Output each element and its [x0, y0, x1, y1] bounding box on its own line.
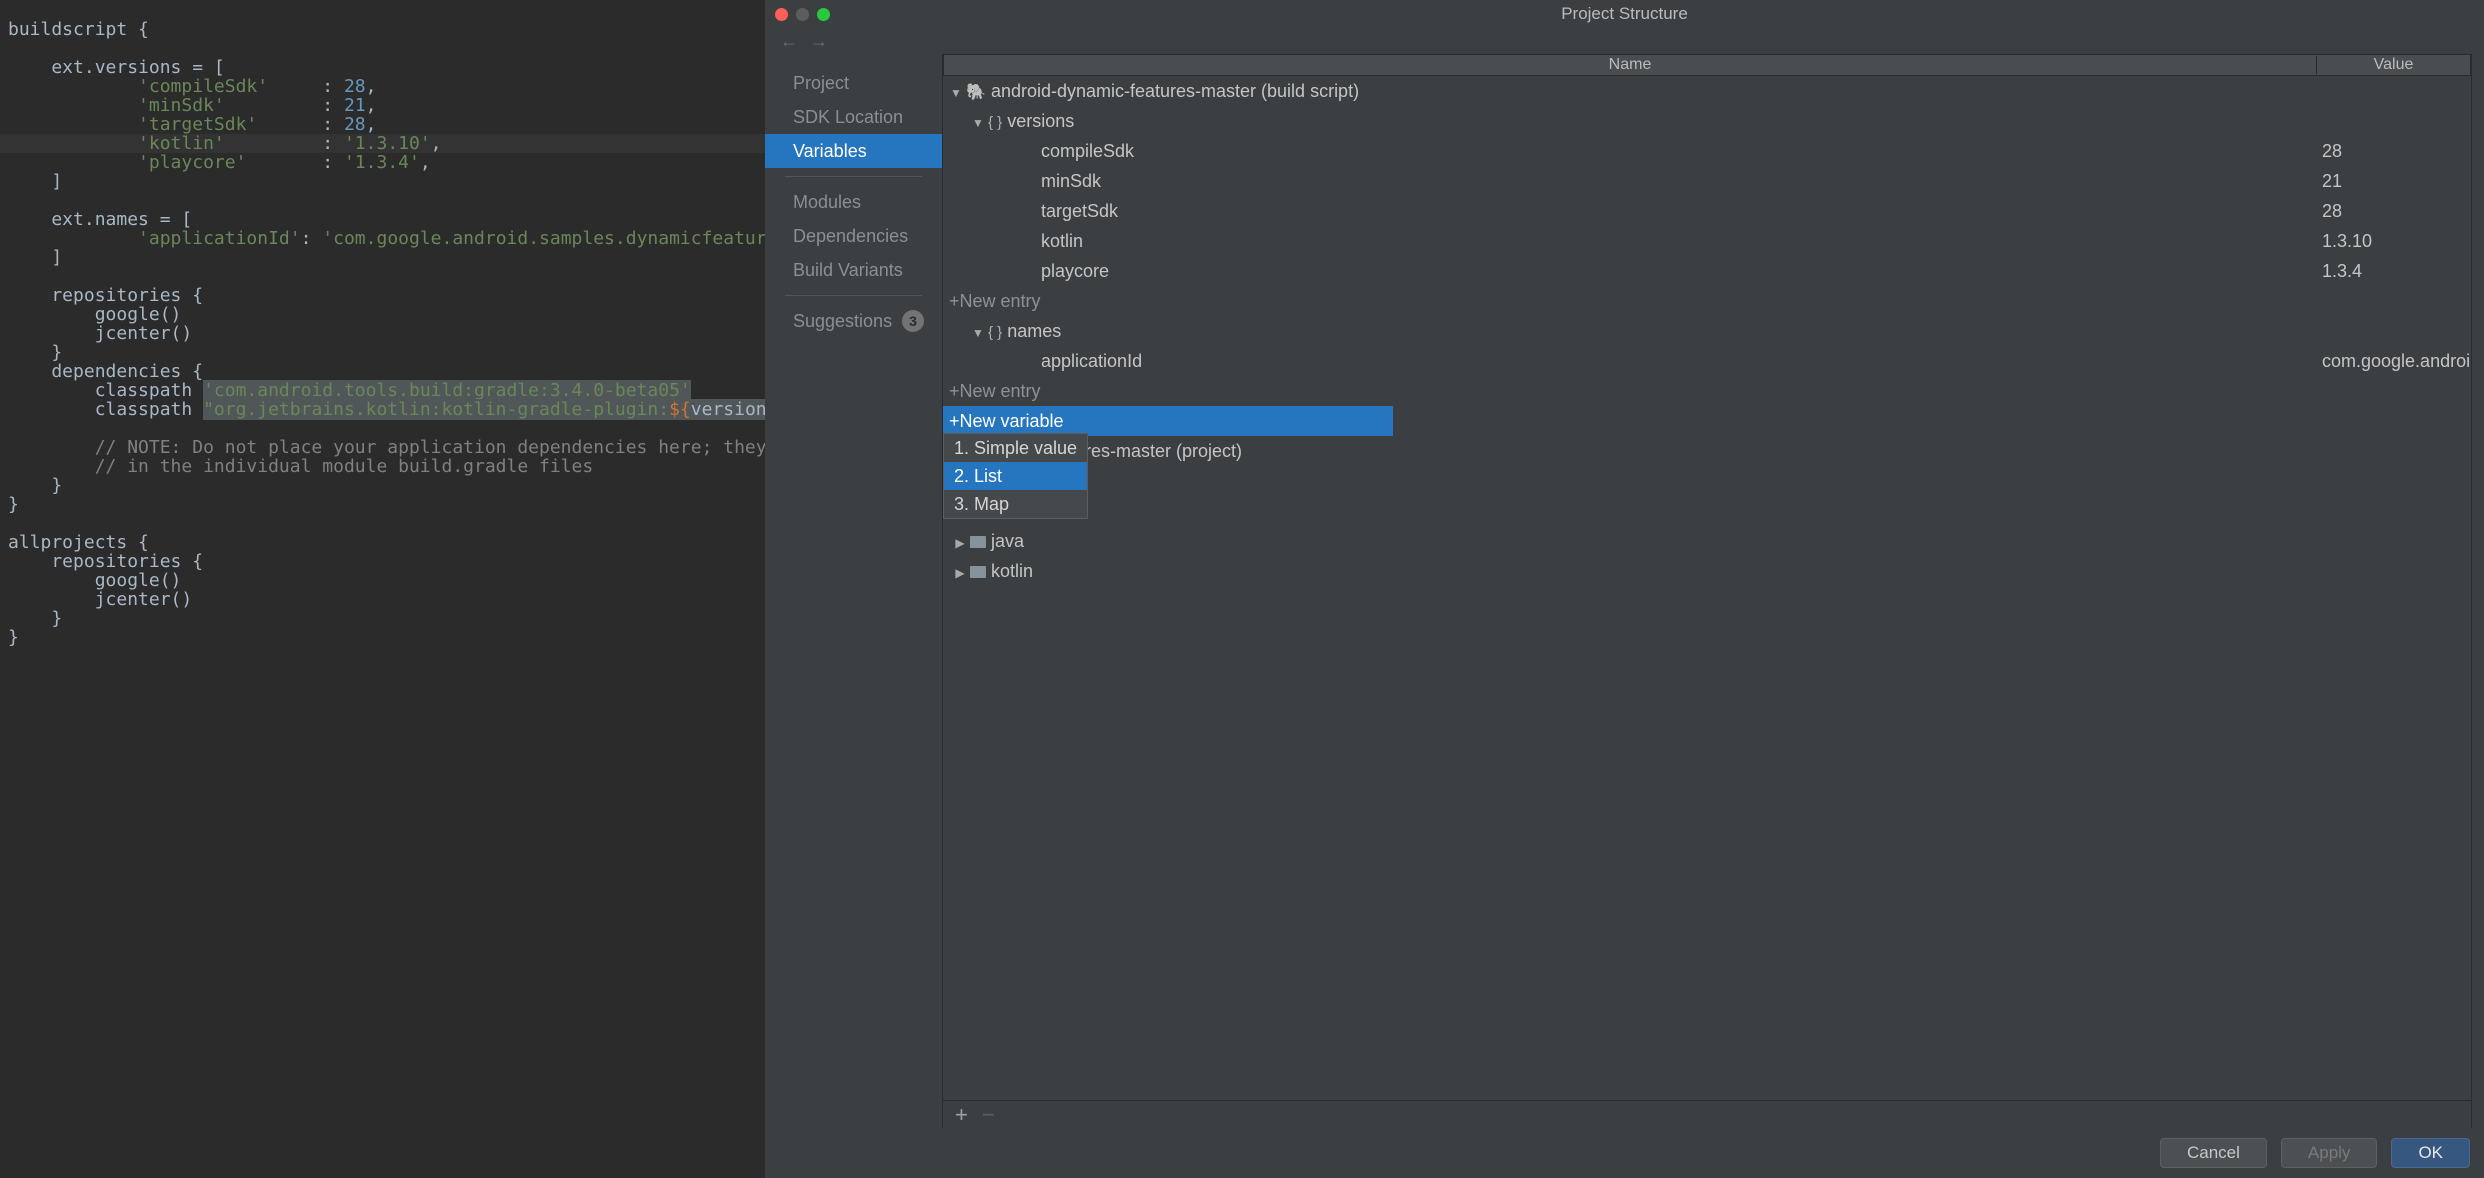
- add-icon[interactable]: +: [955, 1104, 968, 1126]
- code-line[interactable]: buildscript {: [0, 20, 765, 39]
- code-line[interactable]: }: [0, 628, 765, 647]
- code-line[interactable]: // in the individual module build.gradle…: [0, 457, 765, 476]
- remove-icon[interactable]: −: [982, 1104, 995, 1126]
- sidebar-item-build-variants[interactable]: Build Variants: [765, 253, 942, 287]
- tree-group-versions[interactable]: ▼{ } versions: [943, 106, 2471, 136]
- category-sidebar: ProjectSDK LocationVariables ModulesDepen…: [765, 54, 942, 1128]
- code-line[interactable]: 'applicationId': 'com.google.android.sam…: [0, 229, 765, 248]
- code-line[interactable]: ]: [0, 172, 765, 191]
- ok-button[interactable]: OK: [2391, 1138, 2470, 1168]
- window-close-icon[interactable]: [775, 8, 788, 21]
- tree-entry-targetSdk[interactable]: targetSdk28: [943, 196, 2471, 226]
- code-line[interactable]: classpath 'com.android.tools.build:gradl…: [0, 381, 765, 400]
- tree-entry-minSdk[interactable]: minSdk21: [943, 166, 2471, 196]
- code-line[interactable]: allprojects {: [0, 533, 765, 552]
- tree-entry-applicationId[interactable]: applicationIdcom.google.androi: [943, 346, 2471, 376]
- new-variable-type-menu[interactable]: 1. Simple value2. List3. Map: [943, 433, 1088, 519]
- code-line[interactable]: 'compileSdk' : 28,: [0, 77, 765, 96]
- cancel-button[interactable]: Cancel: [2160, 1138, 2267, 1168]
- window-titlebar[interactable]: Project Structure: [765, 0, 2484, 28]
- code-line[interactable]: 'kotlin' : '1.3.10',: [0, 134, 765, 153]
- code-line[interactable]: repositories {: [0, 552, 765, 571]
- code-line[interactable]: jcenter(): [0, 590, 765, 609]
- code-line[interactable]: }: [0, 343, 765, 362]
- tree-group-names[interactable]: ▼{ } names: [943, 316, 2471, 346]
- new-entry-action[interactable]: +New entry: [943, 376, 2471, 406]
- code-line[interactable]: 'minSdk' : 21,: [0, 96, 765, 115]
- right-gutter: [2472, 54, 2484, 1128]
- sidebar-item-suggestions[interactable]: Suggestions3: [765, 304, 942, 338]
- tree-folder-kotlin[interactable]: ▶ kotlin: [943, 556, 2471, 586]
- code-line[interactable]: [0, 191, 765, 210]
- code-line[interactable]: [0, 419, 765, 438]
- tree-folder-assets[interactable]: ▶ assets: [943, 466, 2471, 496]
- sidebar-item-modules[interactable]: Modules: [765, 185, 942, 219]
- braces-icon: { }: [988, 114, 1002, 131]
- new-variable-action[interactable]: +New variable: [943, 406, 1393, 436]
- code-line[interactable]: ]: [0, 248, 765, 267]
- code-line[interactable]: dependencies {: [0, 362, 765, 381]
- code-line[interactable]: classpath "org.jetbrains.kotlin:kotlin-g…: [0, 400, 765, 419]
- chevron-down-icon[interactable]: ▼: [971, 326, 985, 340]
- variables-tree[interactable]: ▼🐘 android-dynamic-features-master (buil…: [943, 76, 2471, 1100]
- suggestions-badge: 3: [902, 310, 924, 332]
- window-minimize-icon[interactable]: [796, 8, 809, 21]
- tree-toolbar: + −: [943, 1100, 2471, 1128]
- chevron-right-icon[interactable]: ▶: [953, 536, 967, 550]
- column-header-name[interactable]: Name: [944, 56, 2317, 74]
- code-line[interactable]: ext.versions = [: [0, 58, 765, 77]
- code-line[interactable]: 'playcore' : '1.3.4',: [0, 153, 765, 172]
- new-entry-action[interactable]: +New entry: [943, 286, 2471, 316]
- chevron-right-icon[interactable]: ▶: [953, 566, 967, 580]
- gradle-icon: 🐘: [966, 84, 986, 101]
- code-line[interactable]: [0, 39, 765, 58]
- code-line[interactable]: google(): [0, 571, 765, 590]
- code-line[interactable]: }: [0, 476, 765, 495]
- code-line[interactable]: }: [0, 495, 765, 514]
- forward-arrow-icon[interactable]: →: [810, 31, 828, 52]
- tree-folder-java[interactable]: ▶ java: [943, 526, 2471, 556]
- window-maximize-icon[interactable]: [817, 8, 830, 21]
- sidebar-item-variables[interactable]: Variables: [765, 134, 942, 168]
- code-line[interactable]: jcenter(): [0, 324, 765, 343]
- apply-button[interactable]: Apply: [2281, 1138, 2378, 1168]
- folder-icon: [970, 566, 986, 578]
- sidebar-item-dependencies[interactable]: Dependencies: [765, 219, 942, 253]
- code-line[interactable]: ext.names = [: [0, 210, 765, 229]
- folder-icon: [970, 536, 986, 548]
- sidebar-item-project[interactable]: Project: [765, 66, 942, 100]
- code-line[interactable]: repositories {: [0, 286, 765, 305]
- sidebar-item-sdk-location[interactable]: SDK Location: [765, 100, 942, 134]
- tree-root-project[interactable]: ▼🐘 namic-features-master (project): [943, 436, 2471, 466]
- variables-panel: Name Value ▼🐘 android-dynamic-features-m…: [942, 54, 2472, 1128]
- back-arrow-icon[interactable]: ←: [780, 31, 798, 52]
- project-structure-dialog: Project Structure ← → ProjectSDK Locatio…: [765, 0, 2484, 1178]
- code-line[interactable]: [0, 267, 765, 286]
- tree-root-build-script[interactable]: ▼🐘 android-dynamic-features-master (buil…: [943, 76, 2471, 106]
- chevron-down-icon[interactable]: ▼: [971, 116, 985, 130]
- tree-entry-playcore[interactable]: playcore1.3.4: [943, 256, 2471, 286]
- code-line[interactable]: 'targetSdk' : 28,: [0, 115, 765, 134]
- dialog-footer: Cancel Apply OK: [765, 1128, 2484, 1178]
- window-title: Project Structure: [1561, 4, 1688, 24]
- code-line[interactable]: [0, 514, 765, 533]
- tree-folder-features[interactable]: ▶ features: [943, 496, 2471, 526]
- braces-icon: { }: [988, 324, 1002, 341]
- code-line[interactable]: // NOTE: Do not place your application d…: [0, 438, 765, 457]
- tree-entry-compileSdk[interactable]: compileSdk28: [943, 136, 2471, 166]
- code-line[interactable]: google(): [0, 305, 765, 324]
- chevron-down-icon[interactable]: ▼: [949, 86, 963, 100]
- column-header-value[interactable]: Value: [2317, 56, 2470, 74]
- history-navbar: ← →: [765, 28, 2484, 54]
- tree-entry-kotlin[interactable]: kotlin1.3.10: [943, 226, 2471, 256]
- code-editor[interactable]: buildscript { ext.versions = [ 'compileS…: [0, 0, 765, 1178]
- menu-item-simple-value[interactable]: 1. Simple value: [944, 434, 1087, 462]
- code-line[interactable]: }: [0, 609, 765, 628]
- table-header: Name Value: [943, 54, 2471, 76]
- menu-item-map[interactable]: 3. Map: [944, 490, 1087, 518]
- menu-item-list[interactable]: 2. List: [944, 462, 1087, 490]
